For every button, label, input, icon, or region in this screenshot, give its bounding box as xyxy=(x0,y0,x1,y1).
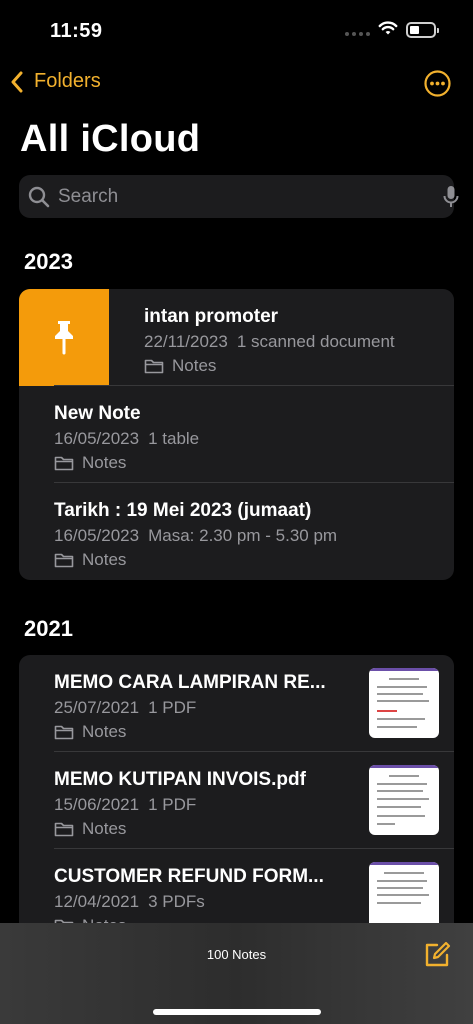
note-preview: 1 table xyxy=(148,429,200,448)
note-title: intan promoter xyxy=(144,306,279,327)
note-meta: 16/05/2023 1 table xyxy=(54,429,199,449)
note-folder-label: Notes xyxy=(172,356,217,375)
note-title: New Note xyxy=(54,403,141,424)
note-meta: 16/05/2023 Masa: 2.30 pm - 5.30 pm xyxy=(54,526,337,546)
section-header-2021: 2021 xyxy=(24,616,73,641)
more-icon xyxy=(424,70,451,97)
back-button[interactable]: Folders xyxy=(10,70,101,93)
note-thumbnail xyxy=(369,862,439,932)
chevron-left-icon xyxy=(11,71,23,92)
folder-icon xyxy=(54,725,74,740)
notes-group-2023: intan promoter 22/11/2023 1 scanned docum… xyxy=(19,289,454,580)
page-title: All iCloud xyxy=(20,118,201,160)
wifi-icon xyxy=(378,20,398,41)
mic-icon[interactable] xyxy=(443,185,459,209)
note-date: 16/05/2023 xyxy=(54,429,140,448)
note-folder: Notes xyxy=(54,550,126,570)
note-title: MEMO KUTIPAN INVOIS.pdf xyxy=(54,769,306,790)
section-header-2023: 2023 xyxy=(24,249,73,274)
note-date: 15/06/2021 xyxy=(54,795,140,814)
compose-button[interactable] xyxy=(423,941,451,974)
pin-badge xyxy=(19,289,109,386)
note-meta: 22/11/2023 1 scanned document xyxy=(144,332,395,352)
note-row[interactable]: MEMO KUTIPAN INVOIS.pdf 15/06/2021 1 PDF … xyxy=(19,752,454,849)
note-row[interactable]: MEMO CARA LAMPIRAN RE... 25/07/2021 1 PDF… xyxy=(19,655,454,752)
note-meta: 25/07/2021 1 PDF xyxy=(54,698,196,718)
note-title: Tarikh : 19 Mei 2023 (jumaat) xyxy=(54,500,312,521)
note-preview: 1 PDF xyxy=(148,698,197,717)
note-title: CUSTOMER REFUND FORM... xyxy=(54,866,324,887)
note-folder: Notes xyxy=(144,356,216,376)
folder-icon xyxy=(54,822,74,837)
note-folder: Notes xyxy=(54,722,126,742)
bottom-toolbar: 100 Notes xyxy=(0,923,473,1024)
note-thumbnail xyxy=(369,765,439,835)
note-row[interactable]: Tarikh : 19 Mei 2023 (jumaat) 16/05/2023… xyxy=(19,483,454,580)
note-thumbnail xyxy=(369,668,439,738)
folder-icon xyxy=(144,359,164,374)
note-folder: Notes xyxy=(54,453,126,473)
status-time: 11:59 xyxy=(50,20,103,42)
status-bar: 11:59 xyxy=(0,0,473,60)
more-button[interactable] xyxy=(424,70,451,97)
compose-icon xyxy=(425,941,451,967)
note-preview: 1 scanned document xyxy=(236,332,395,351)
note-count: 100 Notes xyxy=(206,947,267,962)
note-meta: 12/04/2021 3 PDFs xyxy=(54,892,205,912)
note-folder-label: Notes xyxy=(82,819,127,838)
note-preview: 1 PDF xyxy=(148,795,197,814)
signal-icon xyxy=(345,32,370,36)
folder-icon xyxy=(54,456,74,471)
note-preview: 3 PDFs xyxy=(148,892,205,911)
pin-icon xyxy=(55,321,73,355)
note-folder-label: Notes xyxy=(82,550,127,569)
note-folder-label: Notes xyxy=(82,722,127,741)
note-row[interactable]: intan promoter 22/11/2023 1 scanned docum… xyxy=(19,289,454,386)
home-indicator[interactable] xyxy=(153,1009,321,1015)
note-row[interactable]: New Note 16/05/2023 1 table Notes xyxy=(19,386,454,483)
note-date: 25/07/2021 xyxy=(54,698,140,717)
note-date: 12/04/2021 xyxy=(54,892,140,911)
battery-icon xyxy=(406,22,439,38)
note-folder-label: Notes xyxy=(82,453,127,472)
note-date: 16/05/2023 xyxy=(54,526,140,545)
notes-group-2021: MEMO CARA LAMPIRAN RE... 25/07/2021 1 PDF… xyxy=(19,655,454,955)
note-folder: Notes xyxy=(54,819,126,839)
search-placeholder: Search xyxy=(58,186,119,207)
note-preview: Masa: 2.30 pm - 5.30 pm xyxy=(148,526,338,545)
note-meta: 15/06/2021 1 PDF xyxy=(54,795,196,815)
search-icon xyxy=(28,186,50,208)
back-label: Folders xyxy=(34,70,101,92)
search-field[interactable]: Search xyxy=(19,175,459,218)
folder-icon xyxy=(54,553,74,568)
note-title: MEMO CARA LAMPIRAN RE... xyxy=(54,672,326,693)
note-date: 22/11/2023 xyxy=(144,332,228,351)
